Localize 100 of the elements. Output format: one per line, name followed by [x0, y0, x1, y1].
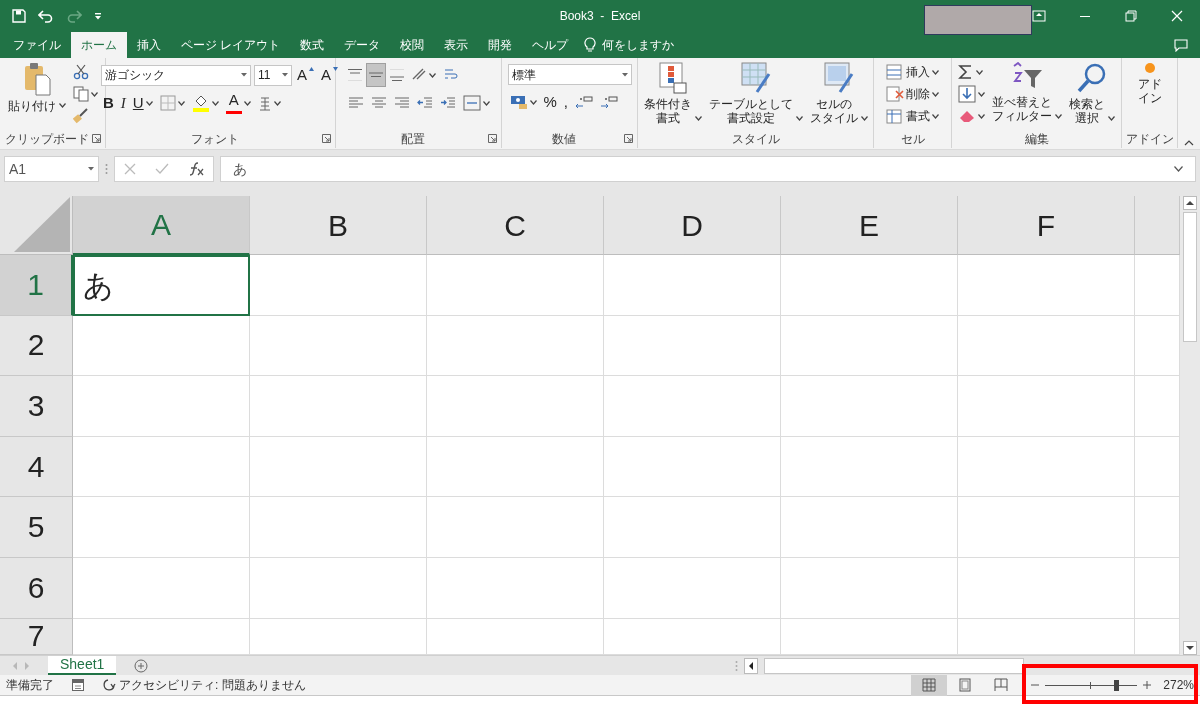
function-icon[interactable]	[187, 162, 204, 176]
ribbon-button[interactable]: 貼り付け	[5, 61, 68, 115]
scroll-left-icon[interactable]	[744, 657, 758, 674]
customize-icon[interactable]	[94, 12, 102, 20]
table-cell[interactable]	[781, 255, 958, 316]
ribbon-button[interactable]: テーブルとして 書式設定	[706, 61, 805, 127]
table-cell[interactable]	[427, 255, 604, 316]
table-cell[interactable]	[250, 497, 427, 558]
row-header[interactable]: 1	[0, 255, 73, 316]
macro-record-icon[interactable]	[72, 679, 84, 691]
table-cell[interactable]	[427, 497, 604, 558]
ribbon-tab[interactable]: 表示	[434, 32, 479, 58]
tell-me-search[interactable]: 何をしますか	[602, 36, 675, 54]
ribbon-tab[interactable]: ヘルプ	[522, 32, 579, 58]
format-button[interactable]: I	[118, 92, 128, 114]
table-cell[interactable]	[604, 497, 781, 558]
dropdown-field[interactable]: 11	[254, 64, 292, 86]
table-cell[interactable]	[604, 376, 781, 437]
ribbon-tab[interactable]: ホーム	[71, 32, 127, 58]
formula-field[interactable]: あ	[220, 156, 1196, 182]
table-cell[interactable]	[73, 557, 250, 619]
table-cell[interactable]	[250, 255, 427, 316]
format-button[interactable]: A	[319, 64, 340, 86]
dialog-launcher-icon[interactable]	[488, 134, 497, 143]
ribbon-tab[interactable]: 校閲	[390, 32, 435, 58]
dialog-launcher-icon[interactable]	[624, 134, 633, 143]
save-icon[interactable]	[12, 9, 26, 23]
ribbon-tab[interactable]: ファイル	[3, 32, 71, 58]
scrollbar-thumb[interactable]	[764, 657, 1024, 674]
column-header[interactable]: C	[427, 196, 604, 255]
table-cell[interactable]: あ	[73, 255, 250, 316]
lightbulb-icon[interactable]	[584, 37, 597, 53]
table-cell[interactable]	[73, 376, 250, 437]
table-cell[interactable]	[781, 315, 958, 377]
table-cell[interactable]	[73, 436, 250, 498]
table-cell[interactable]	[958, 497, 1135, 558]
table-cell[interactable]	[958, 255, 1135, 316]
column-header[interactable]: A	[73, 196, 250, 255]
table-cell[interactable]	[958, 376, 1135, 437]
previous-sheet-icon[interactable]	[12, 661, 18, 670]
ribbon-button[interactable]: アド イン	[1135, 61, 1164, 107]
ribbon-button[interactable]: 検索と 選択	[1067, 61, 1117, 127]
format-button[interactable]: B	[101, 92, 116, 114]
next-sheet-icon[interactable]	[24, 661, 30, 670]
column-header[interactable]: D	[604, 196, 781, 255]
column-header[interactable]: F	[958, 196, 1135, 255]
table-cell[interactable]	[604, 255, 781, 316]
scroll-down-icon[interactable]	[1183, 641, 1197, 655]
row-header[interactable]: 6	[0, 557, 73, 619]
close-icon[interactable]	[1170, 9, 1184, 23]
table-cell[interactable]	[958, 315, 1135, 377]
dropdown-field[interactable]: 游ゴシック	[101, 64, 251, 86]
table-cell[interactable]	[427, 436, 604, 498]
expand-icon[interactable]	[1174, 166, 1183, 172]
accessibility-status[interactable]: アクセシビリティ: 問題ありません	[119, 676, 306, 694]
row-header[interactable]: 5	[0, 497, 73, 558]
ribbon-button[interactable]: 削除	[884, 83, 941, 105]
format-button[interactable]: ,	[561, 91, 570, 113]
format-button[interactable]: A	[223, 92, 253, 114]
cancel-icon[interactable]	[124, 163, 137, 175]
table-cell[interactable]	[250, 376, 427, 437]
zoom-level[interactable]: 272%	[1163, 676, 1194, 694]
dialog-launcher-icon[interactable]	[92, 134, 101, 143]
row-header[interactable]: 7	[0, 618, 73, 655]
ribbon-button[interactable]: 並べ替えと フィルター	[990, 61, 1064, 125]
ribbon-tab[interactable]: 開発	[478, 32, 523, 58]
ribbon-button[interactable]: 書式	[884, 105, 941, 127]
table-cell[interactable]	[73, 497, 250, 558]
table-cell[interactable]	[427, 557, 604, 619]
scrollbar-thumb[interactable]	[1183, 212, 1197, 342]
ribbon-tab[interactable]: 数式	[290, 32, 335, 58]
scroll-up-icon[interactable]	[1183, 196, 1197, 210]
table-cell[interactable]	[250, 436, 427, 498]
column-header[interactable]: B	[250, 196, 427, 255]
zoom-in-icon[interactable]	[1143, 681, 1152, 689]
table-cell[interactable]	[604, 315, 781, 377]
table-cell[interactable]	[781, 497, 958, 558]
ribbon-tab[interactable]: データ	[334, 32, 391, 58]
table-cell[interactable]	[427, 376, 604, 437]
name-box[interactable]: A1	[4, 156, 99, 182]
row-header[interactable]: 3	[0, 376, 73, 437]
zoom-out-icon[interactable]	[1031, 681, 1040, 689]
format-button[interactable]: U	[130, 92, 155, 114]
ribbon-button[interactable]: セルの スタイル	[807, 61, 870, 127]
ribbon-tab[interactable]: ページ レイアウト	[171, 32, 291, 58]
table-cell[interactable]	[781, 436, 958, 498]
table-cell[interactable]	[958, 436, 1135, 498]
format-button[interactable]: %	[541, 91, 559, 113]
table-cell[interactable]	[427, 315, 604, 377]
ribbon-display-icon[interactable]	[1032, 9, 1046, 23]
sheet-tab[interactable]: Sheet1	[48, 656, 117, 675]
table-cell[interactable]	[73, 315, 250, 377]
view-button[interactable]	[911, 674, 948, 696]
restore-icon[interactable]	[1124, 9, 1138, 23]
table-cell[interactable]	[604, 436, 781, 498]
accessibility-icon[interactable]	[102, 678, 116, 692]
table-cell[interactable]	[781, 376, 958, 437]
checkmark-icon[interactable]	[155, 163, 169, 175]
ribbon-button[interactable]: 条件付き 書式	[641, 61, 704, 127]
comment-icon[interactable]	[1174, 38, 1188, 52]
